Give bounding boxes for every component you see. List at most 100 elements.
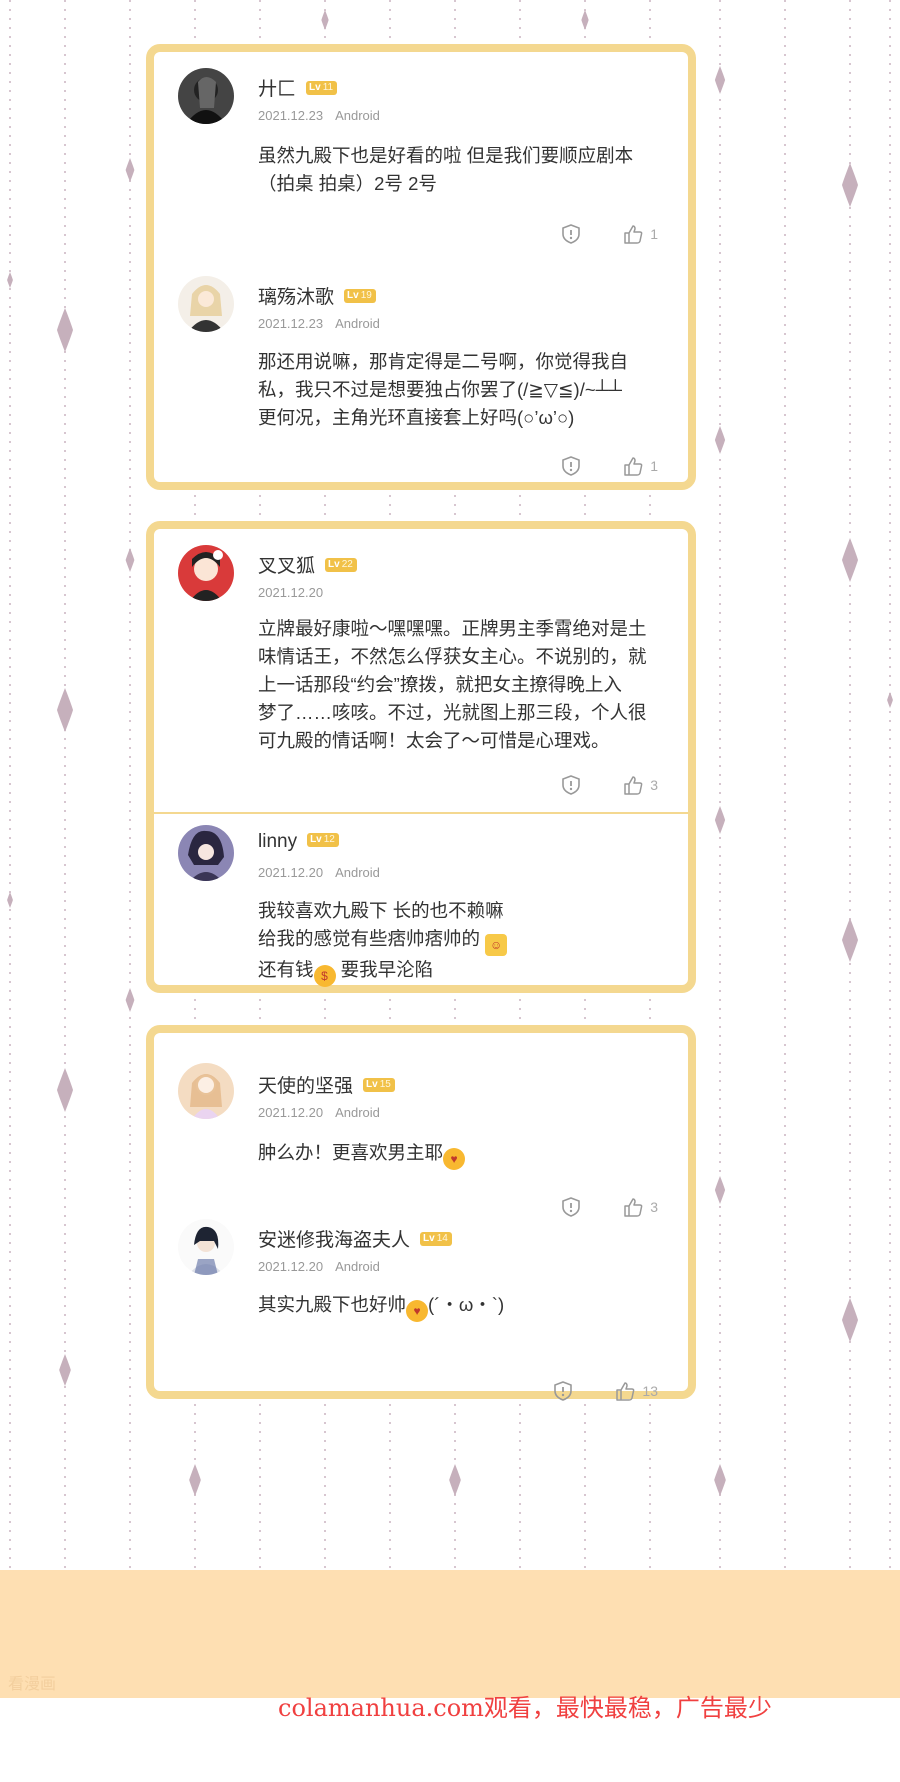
comment-actions: 1	[560, 454, 658, 478]
sparkle-decoration	[7, 892, 13, 908]
sparkle-decoration	[714, 1464, 726, 1496]
comment-text: 立牌最好康啦～嘿嘿嘿。正牌男主季霄绝对是土 味情话王，不然怎么俘获女主心。不说别的…	[258, 618, 647, 751]
sparkle-decoration	[714, 66, 726, 94]
report-shield-icon[interactable]	[560, 1196, 582, 1218]
comment-meta: 2021.12.20 Android	[258, 1259, 380, 1274]
sparkle-decoration	[56, 308, 74, 352]
like-count: 13	[642, 1383, 658, 1399]
avatar[interactable]	[178, 276, 234, 332]
comment-actions: 1	[560, 222, 658, 246]
comment-text: 虽然九殿下也是好看的啦 但是我们要顺应剧本 （拍桌 拍桌）2号 2号	[258, 145, 634, 194]
comment-date: 2021.12.23	[258, 108, 324, 123]
comment-text: 肿么办！更喜欢男主耶 ♥	[258, 1139, 678, 1170]
comment-date: 2021.12.20	[258, 865, 324, 880]
sparkle-decoration	[841, 1298, 859, 1342]
sparkle-decoration	[581, 10, 589, 30]
comment-card-3: 天使的坚强 Lv 15 2021.12.20 Android 肿么办！更喜欢男主耶 ♥ …	[146, 1025, 696, 1401]
like-button[interactable]: 1	[622, 223, 658, 245]
thumbs-up-icon	[616, 1382, 635, 1401]
level-badge: Lv 11	[306, 80, 338, 95]
sparkle-decoration	[449, 1464, 461, 1496]
sparkle-decoration	[125, 548, 135, 572]
comment-date: 2021.12.20	[258, 1105, 324, 1120]
sparkle-decoration	[59, 1354, 71, 1386]
comment-divider	[154, 812, 688, 814]
thumbs-up-icon	[624, 225, 643, 244]
username[interactable]: 璃殇沐歌 Lv 19	[258, 282, 376, 309]
sparkle-decoration	[321, 10, 329, 30]
comment-date: 2021.12.20	[258, 1259, 324, 1274]
avatar[interactable]	[178, 545, 234, 601]
thumbs-up-icon	[624, 1198, 643, 1217]
comment-actions: 3	[560, 1195, 658, 1219]
like-button[interactable]: 3	[622, 774, 658, 796]
comment-meta: 2021.12.20 Android	[258, 1105, 380, 1120]
avatar[interactable]	[178, 1219, 234, 1275]
level-badge: Lv 15	[363, 1077, 395, 1092]
comment-meta: 2021.12.20	[258, 585, 323, 600]
like-count: 1	[650, 458, 658, 474]
report-shield-icon[interactable]	[560, 774, 582, 796]
like-count: 3	[650, 777, 658, 793]
report-shield-icon[interactable]	[560, 455, 582, 477]
comment-platform: Android	[335, 1105, 380, 1120]
username[interactable]: 廾匚 Lv 11	[258, 74, 338, 101]
comment-meta: 2021.12.23 Android	[258, 108, 380, 123]
like-button[interactable]: 1	[622, 455, 658, 477]
thumbs-up-icon	[624, 457, 643, 476]
thumbs-up-icon	[624, 776, 643, 795]
avatar[interactable]	[178, 825, 234, 881]
level-badge: Lv 14	[420, 1231, 452, 1246]
like-button[interactable]: 13	[614, 1380, 658, 1402]
like-button[interactable]: 3	[622, 1196, 658, 1218]
sparkle-decoration	[56, 1068, 74, 1112]
avatar[interactable]	[178, 1063, 234, 1119]
comment-platform: Android	[335, 316, 380, 331]
sparkle-decoration	[7, 272, 13, 288]
sparkle-decoration	[841, 918, 859, 962]
username[interactable]: 叉叉狐 Lv 22	[258, 551, 357, 578]
username[interactable]: 天使的坚强 Lv 15	[258, 1071, 395, 1098]
sparkle-decoration	[714, 1176, 726, 1204]
like-count: 3	[650, 1199, 658, 1215]
comment-text: 那还用说嘛，那肯定得是二号啊，你觉得我自 私，我只不过是想要独占你罢了(/≧▽≦)…	[258, 351, 629, 428]
emoji-sticker-icon: ☺	[485, 934, 508, 956]
avatar[interactable]	[178, 68, 234, 124]
comment-text: 我较喜欢九殿下 长的也不赖嘛 给我的感觉有些痞帅痞帅的 ☺ 还有钱 $ 要我早沦陷	[258, 897, 678, 987]
comment-actions: 3	[560, 773, 658, 797]
money-eyes-emoji-icon: $	[313, 965, 336, 987]
comment-meta: 2021.12.20 Android	[258, 865, 380, 880]
sparkle-decoration	[841, 163, 859, 207]
sparkle-decoration	[125, 988, 135, 1012]
username[interactable]: 安迷修我海盗夫人 Lv 14	[258, 1225, 452, 1252]
sparkle-decoration	[714, 806, 726, 834]
comment-card-1: 廾匚 Lv 11 2021.12.23 Android 虽然九殿下也是好看的啦 但是我…	[146, 44, 696, 490]
username[interactable]: linny Lv 12	[258, 831, 339, 853]
watermark: 看漫画	[8, 1676, 57, 1693]
report-shield-icon[interactable]	[552, 1380, 574, 1402]
comment-platform: Android	[335, 108, 380, 123]
comment-date: 2021.12.20	[258, 585, 324, 600]
sparkle-decoration	[56, 688, 74, 732]
sparkle-decoration	[189, 1464, 201, 1496]
sparkle-decoration	[887, 692, 893, 708]
comment-platform: Android	[335, 865, 380, 880]
level-badge: Lv 12	[307, 832, 339, 847]
report-shield-icon[interactable]	[560, 223, 582, 245]
footer-band	[0, 1570, 900, 1698]
sparkle-decoration	[714, 426, 726, 454]
comment-meta: 2021.12.23 Android	[258, 316, 380, 331]
sparkle-decoration	[841, 538, 859, 582]
like-count: 1	[650, 226, 658, 242]
comment-platform: Android	[335, 1259, 380, 1274]
sparkle-decoration	[125, 158, 135, 182]
comment-text: 其实九殿下也好帅 ♥ (´・ω・`)	[258, 1291, 678, 1322]
comment-card-2: 叉叉狐 Lv 22 2021.12.20 立牌最好康啦～嘿嘿嘿。正牌男主季霄绝对是土…	[146, 521, 696, 993]
heart-eyes-emoji-icon: ♥	[406, 1300, 429, 1322]
heart-eyes-emoji-icon: ♥	[443, 1148, 466, 1170]
site-promo-text[interactable]: colamanhua.com观看，最快最稳，广告最少	[278, 1688, 772, 1723]
level-badge: Lv 22	[325, 557, 357, 572]
comment-actions: 13	[552, 1379, 658, 1403]
comment-date: 2021.12.23	[258, 316, 324, 331]
level-badge: Lv 19	[344, 288, 376, 303]
